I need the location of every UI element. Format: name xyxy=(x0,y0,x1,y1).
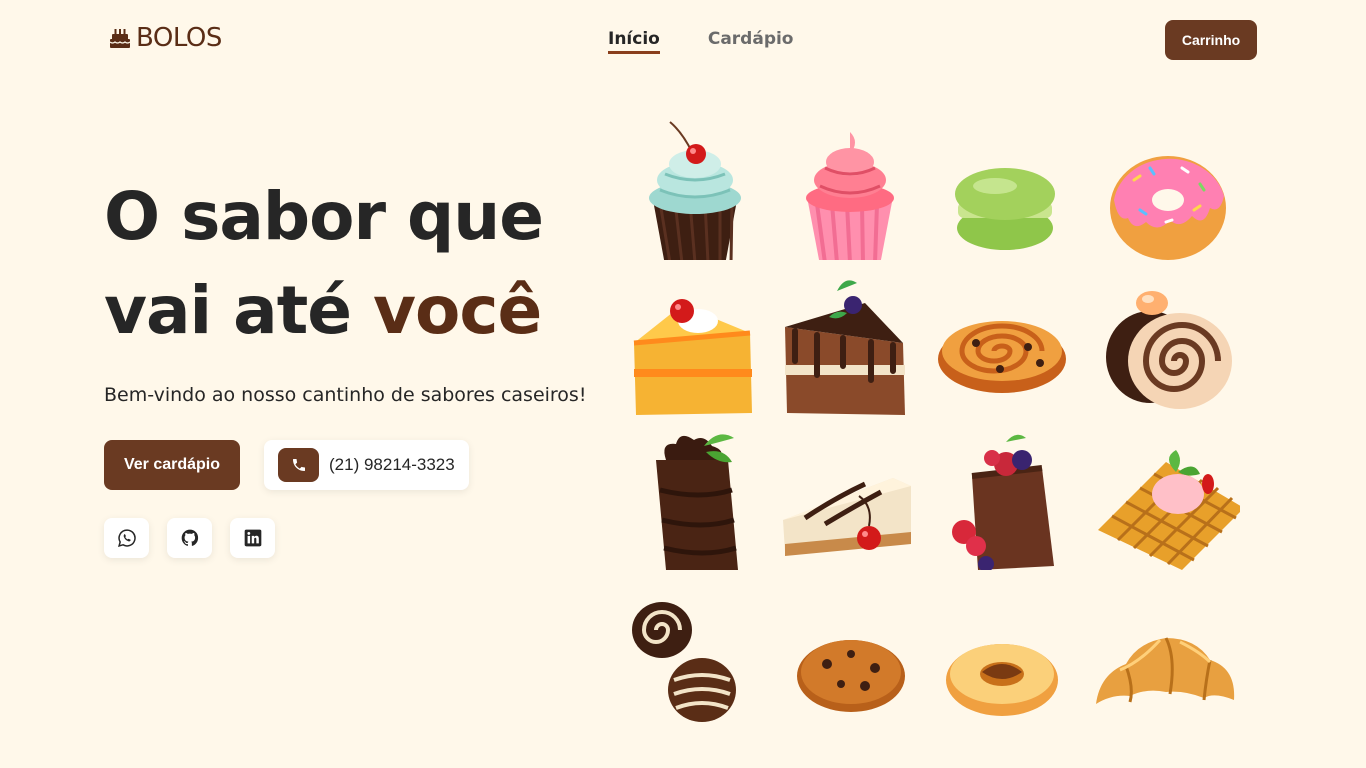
linkedin-icon xyxy=(244,529,261,547)
header: BOLOS Início Cardápio Carrinho xyxy=(0,0,1366,80)
donut-icon xyxy=(1090,110,1240,260)
cake-slice-icon xyxy=(620,265,770,415)
nav-link-cardapio[interactable]: Cardápio xyxy=(708,29,794,54)
hero-title-line2: vai até xyxy=(104,272,373,349)
macaron-icon xyxy=(930,110,1080,260)
nav-link-inicio[interactable]: Início xyxy=(608,29,660,54)
brownie-icon xyxy=(620,420,770,570)
hero-subtitle: Bem-vindo ao nosso cantinho de sabores c… xyxy=(104,384,587,406)
waffle-icon xyxy=(1090,420,1240,570)
dessert-gallery xyxy=(620,110,1260,740)
chocolate-cake-icon xyxy=(775,265,925,415)
berry-cake-icon xyxy=(930,420,1080,570)
hero-actions: Ver cardápio (21) 98214-3323 xyxy=(104,440,469,490)
whatsapp-button[interactable] xyxy=(104,518,149,558)
hero-title-accent: você xyxy=(373,272,542,349)
bonbon-icon xyxy=(620,580,770,730)
hero-title: O sabor que vai até você xyxy=(104,170,544,358)
cinnamon-roll-icon xyxy=(930,265,1080,415)
croissant-icon xyxy=(1090,580,1240,730)
github-button[interactable] xyxy=(167,518,212,558)
phone-button[interactable]: (21) 98214-3323 xyxy=(264,440,469,490)
main-nav: Início Cardápio xyxy=(608,29,794,54)
cupcake-cherry-icon xyxy=(620,110,770,260)
almond-biscuit-icon xyxy=(930,580,1080,730)
view-menu-button[interactable]: Ver cardápio xyxy=(104,440,240,490)
hero-title-line1: O sabor que xyxy=(104,178,544,255)
logo-text: BOLOS xyxy=(136,23,222,53)
swiss-roll-icon xyxy=(1090,265,1240,415)
cupcake-pink-icon xyxy=(775,110,925,260)
phone-number: (21) 98214-3323 xyxy=(329,455,455,474)
linkedin-button[interactable] xyxy=(230,518,275,558)
social-links xyxy=(104,518,275,558)
github-icon xyxy=(181,529,198,546)
whatsapp-icon xyxy=(117,529,136,547)
cake-logo-icon xyxy=(109,29,131,48)
cheesecake-icon xyxy=(775,420,925,570)
cookie-icon xyxy=(775,580,925,730)
logo[interactable]: BOLOS xyxy=(108,24,222,52)
phone-icon xyxy=(278,448,319,482)
cart-button[interactable]: Carrinho xyxy=(1165,20,1257,60)
